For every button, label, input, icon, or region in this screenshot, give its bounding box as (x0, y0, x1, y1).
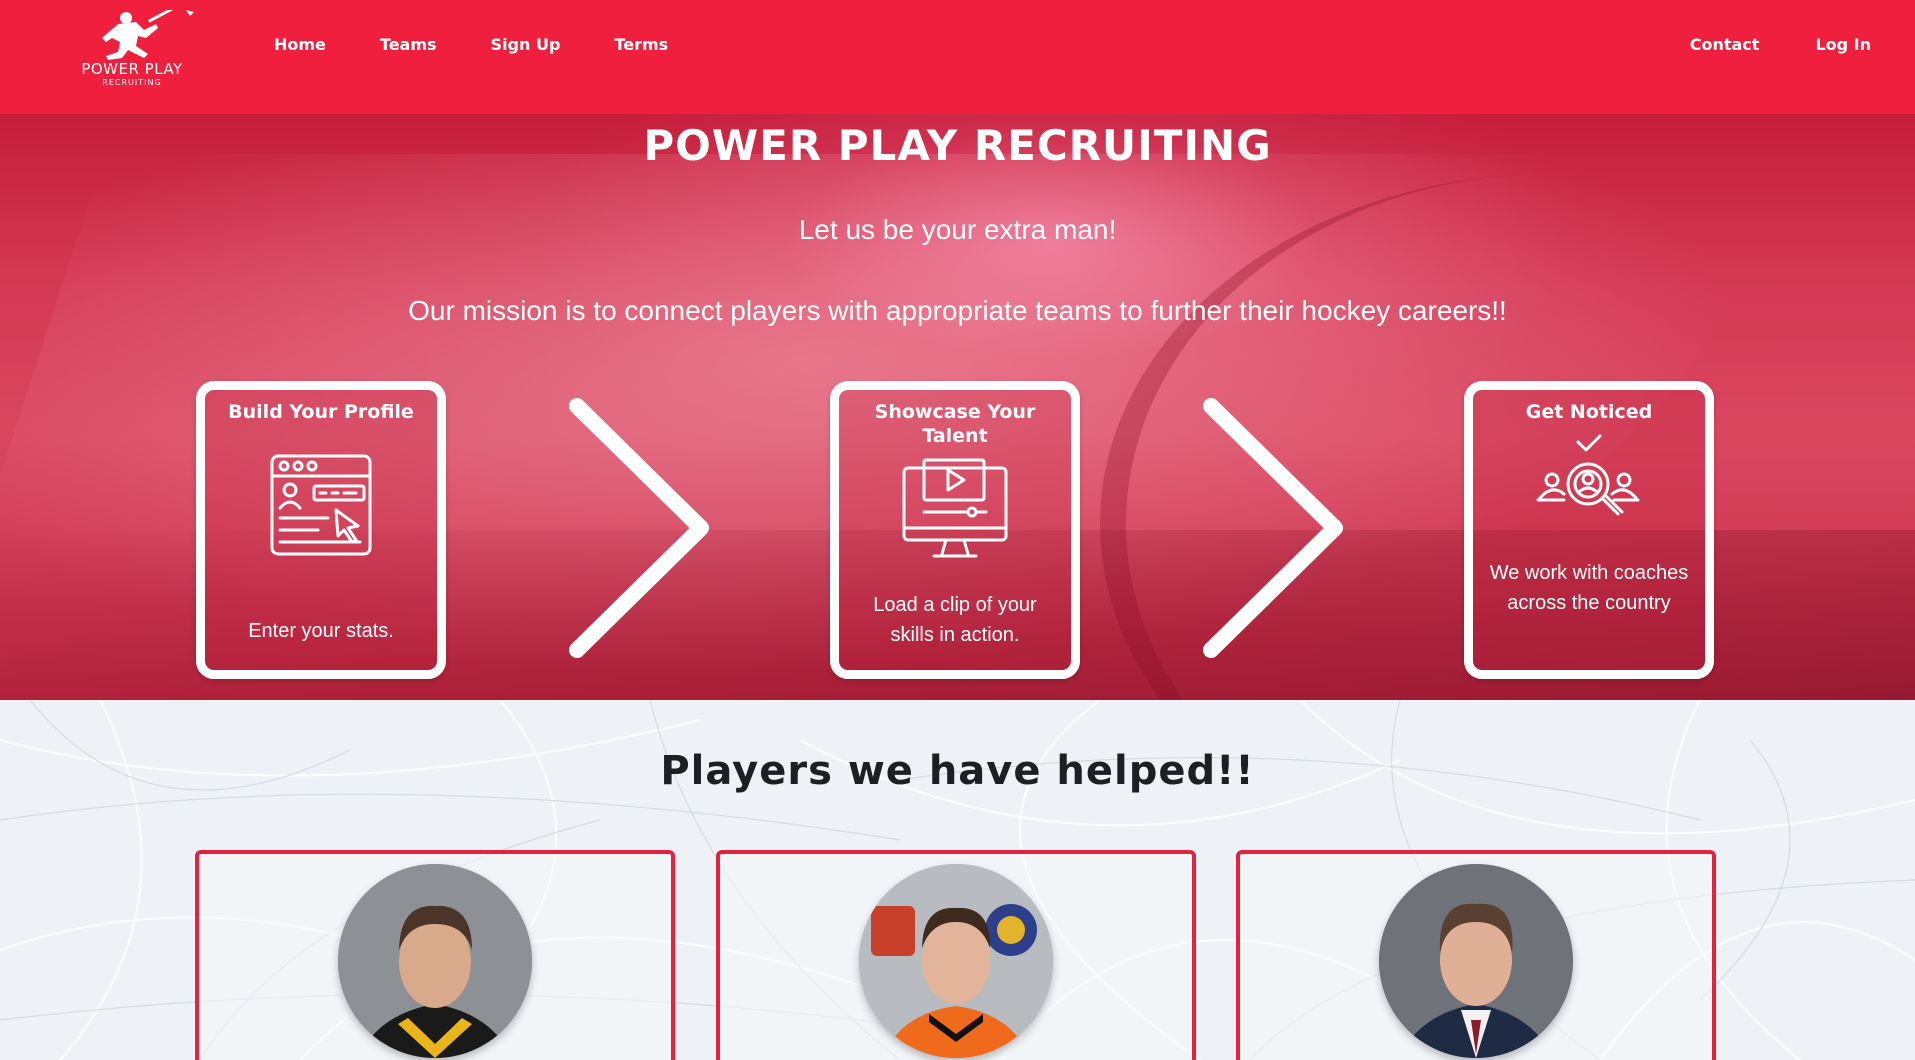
hero-title: POWER PLAY RECRUITING (643, 121, 1272, 170)
step-card-showcase-talent[interactable]: Showcase Your Talent Load a clip of your… (830, 381, 1080, 679)
player-avatar (1379, 864, 1573, 1058)
step-text: We work with coaches across the country (1489, 562, 1689, 614)
video-monitor-icon (902, 458, 1008, 558)
nav-contact[interactable]: Contact (1690, 35, 1760, 54)
power-play-logo[interactable]: POWER PLAY RECRUITING (62, 10, 202, 96)
logo-subtitle: RECRUITING (102, 78, 162, 87)
player-avatar (338, 864, 532, 1058)
step-title: Showcase Your Talent (874, 401, 1036, 447)
step-text: Load a clip of your skills in action. (873, 594, 1037, 646)
chevron-right-icon (569, 398, 709, 658)
step-card-build-profile[interactable]: Build Your Profile Enter your stats. (196, 381, 446, 679)
player-photo-2 (859, 864, 1053, 1058)
player-photo-3 (1379, 864, 1573, 1058)
player-card[interactable] (1236, 850, 1716, 1060)
hockey-player-logo-icon (102, 10, 194, 60)
top-navbar: POWER PLAY RECRUITING Home Teams Sign Up… (0, 0, 1915, 114)
profile-form-icon (270, 454, 372, 556)
primary-nav: Home Teams Sign Up Terms (274, 35, 722, 54)
secondary-nav: Contact Log In (1634, 35, 1871, 54)
players-section: Players we have helped!! (0, 700, 1915, 1060)
step-text: Enter your stats. (248, 620, 394, 642)
step-card-get-noticed[interactable]: Get Noticed We work with coaches across … (1464, 381, 1714, 679)
hero-tagline: Let us be your extra man! (798, 214, 1117, 245)
players-section-title: Players we have helped!! (660, 748, 1255, 794)
nav-terms[interactable]: Terms (614, 35, 668, 54)
nav-home[interactable]: Home (274, 35, 326, 54)
step-title: Get Noticed (1525, 401, 1653, 423)
nav-teams[interactable]: Teams (380, 35, 437, 54)
hero-mission: Our mission is to connect players with a… (408, 295, 1507, 326)
hero-section: POWER PLAY RECRUITING Let us be your ext… (0, 114, 1915, 700)
step-title: Build Your Profile (228, 401, 414, 423)
nav-log-in[interactable]: Log In (1815, 35, 1871, 54)
nav-sign-up[interactable]: Sign Up (491, 35, 561, 54)
player-avatar (859, 864, 1053, 1058)
logo-title: POWER PLAY (81, 60, 183, 78)
search-people-icon (1536, 434, 1640, 516)
player-photo-1 (338, 864, 532, 1058)
chevron-right-icon (1203, 398, 1343, 658)
player-card[interactable] (716, 850, 1196, 1060)
player-card[interactable] (195, 850, 675, 1060)
